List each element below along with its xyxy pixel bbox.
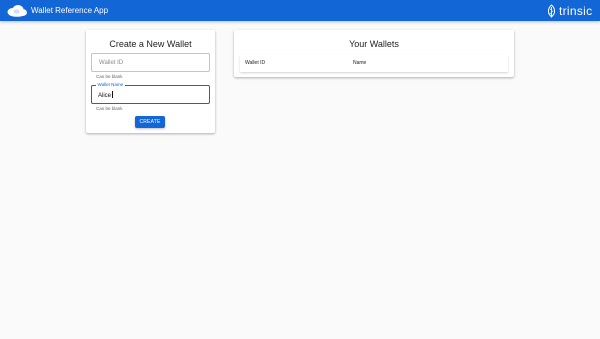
wallets-table: Wallet ID Name: [240, 55, 508, 72]
wallet-name-helper: Can be blank: [96, 106, 123, 111]
wallet-name-label: Wallet Name: [96, 82, 125, 88]
app-bar: Wallet Reference App trinsic: [0, 0, 600, 21]
wallet-name-value: Alice: [98, 93, 112, 99]
create-button[interactable]: CREATE: [135, 116, 165, 128]
column-header-name[interactable]: Name: [353, 60, 366, 67]
your-wallets-title: Your Wallets: [349, 39, 399, 49]
trinsic-leaf-icon: [548, 3, 555, 18]
cloud-wallet-logo[interactable]: [6, 3, 28, 18]
wallet-name-value-wrap: Alice: [98, 91, 113, 100]
app-title: Wallet Reference App: [31, 6, 109, 15]
your-wallets-card: Your Wallets Wallet ID Name: [234, 30, 514, 77]
create-wallet-title: Create a New Wallet: [109, 39, 192, 49]
wallet-id-placeholder: Wallet ID: [99, 60, 124, 66]
partner-logo: trinsic: [547, 3, 592, 18]
wallet-id-field[interactable]: Wallet ID: [91, 53, 210, 72]
partner-name: trinsic: [559, 3, 593, 18]
create-wallet-card: Create a New Wallet Wallet ID Can be bla…: [86, 30, 215, 133]
column-header-wallet-id[interactable]: Wallet ID: [245, 60, 265, 67]
wallet-name-field[interactable]: Wallet Name Alice: [91, 82, 210, 104]
wallet-id-helper: Can be blank: [96, 74, 123, 79]
text-caret: [111, 91, 113, 98]
